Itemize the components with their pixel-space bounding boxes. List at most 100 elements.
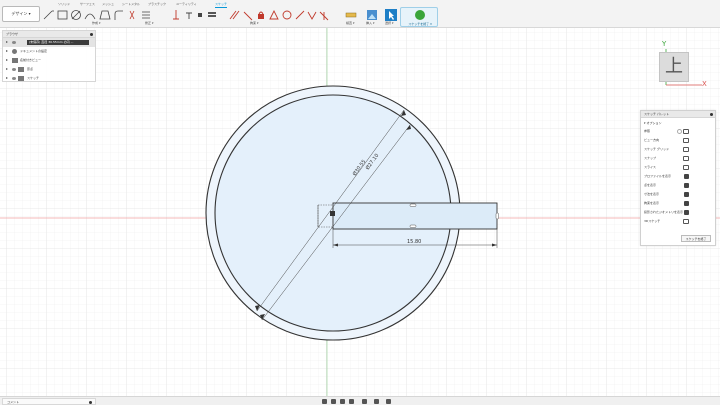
checkbox[interactable] <box>683 165 689 170</box>
trim-icon[interactable] <box>129 10 135 20</box>
vertical-constraint-glyph[interactable] <box>495 212 499 220</box>
checkbox[interactable] <box>684 201 689 206</box>
browser-item-document-settings[interactable]: ドキュメントの設定 <box>3 47 95 56</box>
tab-plastic[interactable]: プラスチック <box>148 2 166 6</box>
browser-header[interactable]: ブラウザ <box>3 31 95 38</box>
panel-options-icon[interactable] <box>90 33 93 36</box>
parallel-icon[interactable] <box>229 10 240 20</box>
sketch-dimension-icon[interactable] <box>173 10 179 20</box>
display-settings-icon[interactable] <box>362 399 367 404</box>
checkbox[interactable] <box>684 174 689 179</box>
fit-icon[interactable] <box>349 399 354 404</box>
browser-root[interactable]: (未保存) 直径 30.55mm の円 ... <box>3 38 95 47</box>
workspace-selector[interactable]: デザイン ▾ <box>2 6 40 22</box>
viewcube-face-top[interactable]: 上 <box>665 56 683 77</box>
expand-icon[interactable] <box>6 68 8 70</box>
palette-row-view-direction[interactable]: ビュー方向 <box>641 136 715 145</box>
insert-group-label[interactable]: 挿入 ▾ <box>366 21 374 25</box>
origin-point[interactable] <box>330 211 335 216</box>
tab-surface[interactable]: サーフェス <box>80 2 95 6</box>
tab-sketch[interactable]: スケッチ <box>215 2 228 8</box>
palette-row-slice[interactable]: スライス <box>641 163 715 172</box>
palette-row-show-points[interactable]: 点を表示 <box>641 181 715 190</box>
view-direction-icon[interactable] <box>683 138 689 143</box>
horizontal-constraint-glyph[interactable] <box>409 224 417 228</box>
add-comment-icon[interactable] <box>89 401 92 404</box>
select-group-label[interactable]: 選択 ▾ <box>385 21 393 25</box>
constraints-group-label[interactable]: 拘束 ▾ <box>250 21 258 25</box>
offset-icon[interactable] <box>142 11 150 19</box>
visibility-icon[interactable] <box>12 41 16 44</box>
checkbox[interactable] <box>683 147 689 152</box>
zoom-icon[interactable] <box>340 399 345 404</box>
midpoint-icon[interactable] <box>269 9 279 20</box>
palette-options-icon[interactable] <box>710 113 713 116</box>
palette-row-show-dimensions[interactable]: 寸法を表示 <box>641 190 715 199</box>
checkbox[interactable] <box>683 219 689 224</box>
line-icon[interactable] <box>43 10 54 20</box>
palette-title: スケッチ パレット <box>644 112 669 116</box>
checkbox[interactable] <box>684 210 689 215</box>
fix-icon[interactable] <box>258 11 264 19</box>
palette-row-show-projected[interactable]: 投影されたジオメトリを表示 <box>641 208 715 217</box>
collinear-icon[interactable] <box>295 10 305 20</box>
horizontal-constraint-icon[interactable] <box>186 12 192 19</box>
viewcube[interactable]: 上 <box>659 52 689 82</box>
measure-icon[interactable] <box>345 9 357 21</box>
palette-row-sketch-grid[interactable]: スケッチ グリッド <box>641 145 715 154</box>
palette-row-show-constraints[interactable]: 拘束を表示 <box>641 199 715 208</box>
sketch-canvas[interactable]: Ø30.55 Ø27.10 15.80 <box>0 28 720 396</box>
visibility-icon[interactable] <box>12 77 16 80</box>
comments-panel[interactable]: コメント <box>2 398 96 405</box>
fillet-icon[interactable] <box>114 10 123 20</box>
create-group-label[interactable]: 作成 ▾ <box>92 21 100 25</box>
curvature-icon[interactable] <box>319 11 329 21</box>
horizontal-constraint-glyph[interactable] <box>409 203 417 207</box>
palette-row-snap[interactable]: スナップ <box>641 154 715 163</box>
select-icon[interactable] <box>385 9 397 21</box>
palette-row-3d-sketch[interactable]: 3Dスケッチ <box>641 217 715 226</box>
visibility-icon[interactable] <box>12 68 16 71</box>
rectangle-icon[interactable] <box>57 10 68 20</box>
expand-icon[interactable] <box>6 77 8 79</box>
checkbox[interactable] <box>683 156 689 161</box>
folder-icon <box>18 67 24 72</box>
browser-item-sketches[interactable]: スケッチ <box>3 74 95 83</box>
palette-finish-sketch-button[interactable]: スケッチを終了 <box>681 235 711 242</box>
tab-utilities[interactable]: ユーティリティ <box>176 2 197 6</box>
coincident-icon[interactable] <box>198 13 202 17</box>
symmetry-icon[interactable] <box>307 11 317 20</box>
tab-solid[interactable]: ソリッド <box>58 2 70 6</box>
polygon-icon[interactable] <box>99 10 111 20</box>
look-at-icon[interactable] <box>677 129 682 134</box>
expand-icon[interactable] <box>6 59 8 61</box>
length-dimension[interactable]: 15.80 <box>407 239 421 245</box>
finish-check-icon <box>415 10 425 20</box>
tab-mesh[interactable]: メッシュ <box>102 2 114 6</box>
palette-row-show-profile[interactable]: プロファイルを表示 <box>641 172 715 181</box>
viewports-icon[interactable] <box>386 399 391 404</box>
expand-icon[interactable] <box>6 41 8 43</box>
checkbox[interactable] <box>684 183 689 188</box>
circle-icon[interactable] <box>71 10 81 20</box>
browser-item-origin[interactable]: 原点 <box>3 65 95 74</box>
pan-icon[interactable] <box>331 399 336 404</box>
expand-icon[interactable] <box>6 50 8 52</box>
palette-section-options[interactable]: ▾ オプション <box>641 118 715 127</box>
grid-settings-icon[interactable] <box>374 399 379 404</box>
checkbox[interactable] <box>684 192 689 197</box>
modify-group-label[interactable]: 修正 ▾ <box>145 21 153 25</box>
tab-sheetmetal[interactable]: シートメタル <box>122 2 140 6</box>
equal-icon[interactable] <box>208 12 216 17</box>
palette-header[interactable]: スケッチ パレット <box>641 111 715 118</box>
arc-icon[interactable] <box>84 13 96 20</box>
concentric-icon[interactable] <box>282 10 292 20</box>
insert-image-icon[interactable] <box>366 9 378 21</box>
orbit-icon[interactable] <box>322 399 327 404</box>
palette-row-look-at[interactable]: 参照 <box>641 127 715 136</box>
inspect-group-label[interactable]: 検査 ▾ <box>346 21 354 25</box>
browser-item-named-views[interactable]: 名前付きビュー <box>3 56 95 65</box>
perpendicular-icon[interactable] <box>243 11 253 21</box>
finish-sketch-button[interactable]: スケッチを終了 ▾ <box>400 7 438 27</box>
look-at-icon[interactable] <box>683 129 689 134</box>
